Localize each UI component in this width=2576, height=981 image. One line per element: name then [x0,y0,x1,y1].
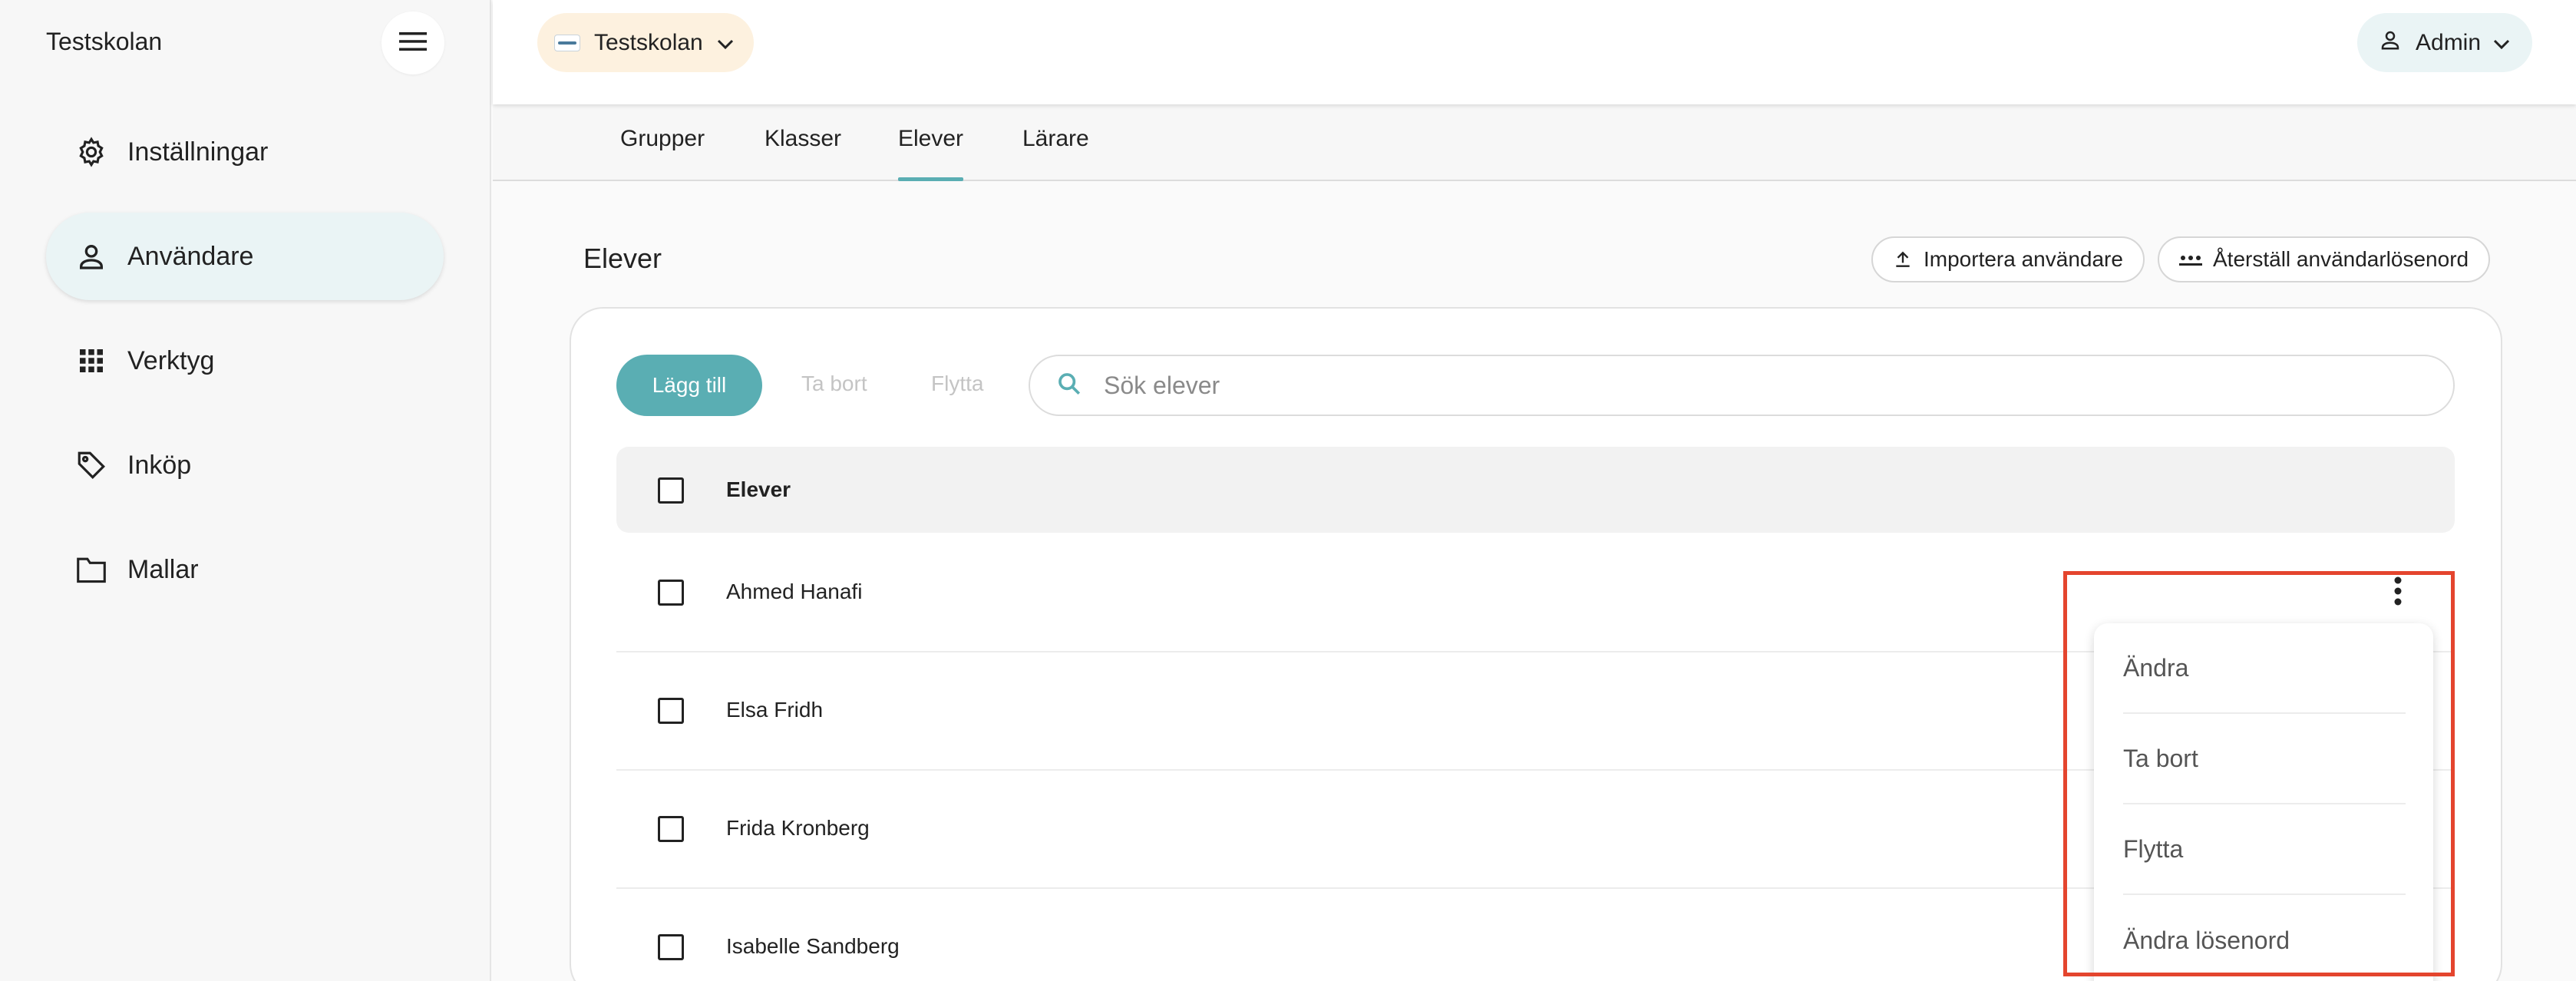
sidebar-item-anvandare[interactable]: Användare [46,213,444,300]
tab-elever[interactable]: Elever [898,126,964,181]
row-checkbox[interactable] [658,816,684,842]
import-users-button[interactable]: Importera användare [1871,236,2145,282]
page-title: Elever [583,243,662,274]
menu-toggle-button[interactable] [381,12,444,74]
row-checkbox[interactable] [658,580,684,606]
search-box [1029,355,2455,416]
reset-passwords-button[interactable]: Återställ användarlösenord [2158,236,2491,282]
table-row-name[interactable]: Frida Kronberg [726,816,870,841]
sidebar-item-mallar[interactable]: Mallar [46,526,444,613]
school-name: Testskolan [594,29,703,55]
hamburger-icon [399,31,427,56]
user-icon [2379,28,2402,58]
sidebar-item-installningar[interactable]: Inställningar [46,108,444,196]
row-context-menu: Ändra Ta bort Flytta Ändra lösenord [2094,623,2433,981]
school-logo-icon [554,34,580,51]
user-name: Admin [2416,29,2482,55]
row-checkbox[interactable] [658,934,684,960]
sidebar-item-label: Användare [127,241,254,271]
menu-item-edit[interactable]: Ändra [2123,623,2406,714]
more-vertical-icon [2393,576,2403,609]
table-row-name[interactable]: Isabelle Sandberg [726,934,900,959]
row-actions-button[interactable] [2387,576,2409,609]
brand-name: Testskolan [46,28,163,55]
add-student-button[interactable]: Lägg till [616,355,762,416]
gear-icon [74,134,109,170]
grid-icon [74,343,109,378]
tab-bar: Grupper Klasser Elever Lärare [493,104,2576,181]
import-users-label: Importera användare [1924,247,2123,271]
chevron-down-icon [717,30,734,56]
table-header [616,447,2455,533]
row-checkbox[interactable] [658,698,684,724]
move-button[interactable]: Flytta [931,372,983,396]
chevron-down-icon [2493,30,2510,56]
tab-larare[interactable]: Lärare [1022,126,1089,181]
tag-icon [74,448,109,483]
user-icon [74,239,109,274]
folder-icon [74,552,109,587]
sidebar-item-label: Mallar [127,554,199,584]
reset-passwords-label: Återställ användarlösenord [2213,247,2469,271]
table-row-name[interactable]: Ahmed Hanafi [726,580,862,604]
sidebar-item-verktyg[interactable]: Verktyg [46,317,444,405]
remove-button[interactable]: Ta bort [801,372,867,396]
sidebar-item-label: Inköp [127,450,192,480]
sidebar-item-inkop[interactable]: Inköp [46,421,444,509]
sidebar-item-label: Inställningar [127,137,269,167]
select-all-checkbox[interactable] [658,477,684,504]
column-header-elever: Elever [726,477,791,501]
sidebar-item-label: Verktyg [127,345,215,375]
table-row-name[interactable]: Elsa Fridh [726,698,823,722]
password-icon [2179,252,2202,267]
menu-item-move[interactable]: Flytta [2123,804,2406,895]
menu-item-change-password[interactable]: Ändra lösenord [2123,895,2406,981]
search-input[interactable] [1104,371,2332,400]
upload-icon [1893,249,1913,269]
search-icon [1056,371,1082,401]
sidebar: Testskolan Inställningar Användare Verkt… [0,0,491,981]
top-bar: Testskolan Admin [493,0,2576,104]
tab-grupper[interactable]: Grupper [620,126,705,181]
user-menu-button[interactable]: Admin [2357,13,2532,72]
school-selector[interactable]: Testskolan [537,13,754,72]
tab-klasser[interactable]: Klasser [765,126,841,181]
menu-item-remove[interactable]: Ta bort [2123,714,2406,804]
